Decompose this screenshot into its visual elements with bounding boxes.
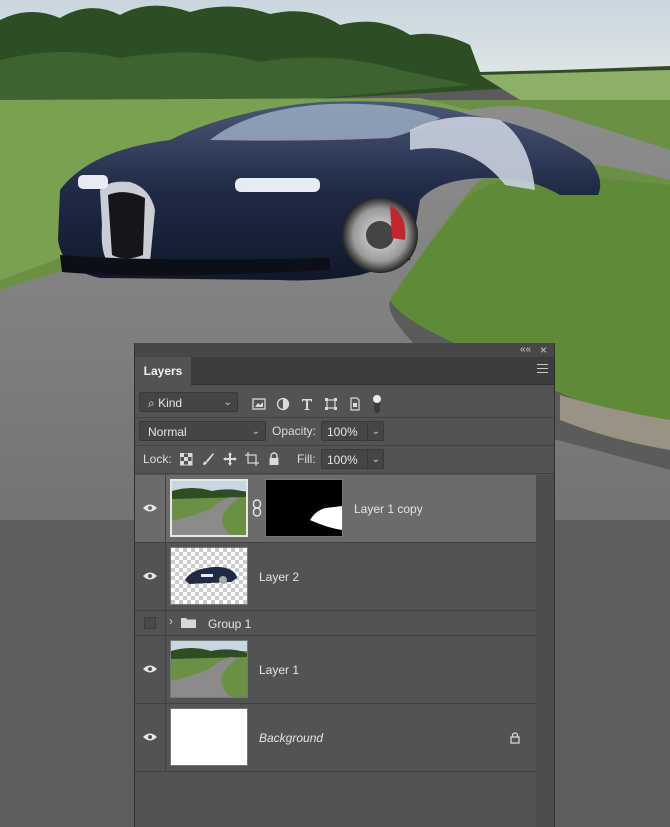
- chevron-down-icon[interactable]: ⌄: [366, 450, 380, 470]
- layer-name[interactable]: Layer 2: [259, 570, 299, 584]
- collapse-panel-icon[interactable]: ««: [520, 343, 531, 357]
- mask-shape: [310, 506, 342, 530]
- fill-label: Fill:: [297, 452, 316, 466]
- filter-toggle-icon[interactable]: [371, 393, 383, 415]
- chevron-down-icon[interactable]: ⌄: [366, 422, 380, 442]
- layers-panel: «« × Layers ⌕ Kind ⌄ Normal ⌄ Opacity: 1…: [134, 343, 555, 827]
- filter-type-layers-icon[interactable]: [300, 397, 314, 411]
- opacity-value: 100%: [327, 425, 358, 439]
- filter-pixel-layers-icon[interactable]: [252, 397, 266, 411]
- chevron-right-icon[interactable]: ›: [169, 614, 173, 628]
- filter-shape-layers-icon[interactable]: [324, 397, 338, 411]
- blend-mode-value: Normal: [148, 425, 187, 439]
- layer-name[interactable]: Layer 1 copy: [354, 502, 423, 516]
- fill-value: 100%: [327, 453, 358, 467]
- eye-icon: [143, 504, 157, 512]
- layer-row-background[interactable]: Background: [135, 704, 536, 772]
- visibility-toggle[interactable]: [135, 636, 166, 703]
- filter-adjustment-layers-icon[interactable]: [276, 397, 290, 411]
- folder-icon: [181, 618, 196, 628]
- hidden-visibility-box: [144, 617, 156, 629]
- layer-name[interactable]: Background: [259, 731, 323, 745]
- car-thumbnail-image: [185, 566, 237, 584]
- layer-row-layer-1[interactable]: Layer 1: [135, 636, 536, 704]
- panel-title-bar[interactable]: «« ×: [135, 343, 554, 357]
- layer-thumbnail[interactable]: [170, 708, 248, 766]
- lock-image-pixels-icon[interactable]: [201, 452, 215, 466]
- visibility-toggle[interactable]: [135, 611, 166, 635]
- lock-label: Lock:: [143, 452, 172, 466]
- eye-icon: [143, 665, 157, 673]
- panel-menu-icon[interactable]: [537, 364, 548, 375]
- road-thumbnail-image: [172, 481, 246, 535]
- filter-kind-label: Kind: [158, 396, 183, 410]
- lock-row: Lock: Fill: 100% ⌄: [135, 445, 554, 474]
- layer-thumbnail[interactable]: [170, 479, 248, 537]
- visibility-toggle[interactable]: [135, 543, 166, 610]
- visibility-toggle[interactable]: [135, 704, 166, 771]
- lock-transparent-pixels-icon[interactable]: [180, 453, 194, 467]
- lock-artboard-icon[interactable]: [245, 452, 259, 466]
- layer-mask-thumbnail[interactable]: [265, 479, 343, 537]
- chevron-down-icon: ⌄: [251, 426, 260, 437]
- eye-icon: [143, 572, 157, 580]
- chevron-down-icon: ⌄: [223, 397, 232, 408]
- layer-row-layer-1-copy[interactable]: Layer 1 copy: [135, 475, 536, 543]
- opacity-label: Opacity:: [272, 424, 317, 438]
- panel-tab-bar: Layers: [135, 357, 554, 385]
- layer-row-group-1[interactable]: › Group 1: [135, 611, 536, 636]
- visibility-toggle[interactable]: [135, 475, 166, 542]
- close-panel-icon[interactable]: ×: [540, 343, 547, 357]
- opacity-field[interactable]: 100% ⌄: [321, 421, 384, 442]
- fill-field[interactable]: 100% ⌄: [321, 449, 384, 470]
- search-icon: ⌕: [148, 396, 155, 410]
- eye-icon: [143, 733, 157, 741]
- lock-position-icon[interactable]: [223, 452, 237, 466]
- blend-row: Normal ⌄ Opacity: 100% ⌄: [135, 417, 554, 446]
- blend-mode-dropdown[interactable]: Normal ⌄: [139, 421, 266, 441]
- filter-smart-objects-icon[interactable]: [348, 397, 362, 411]
- filter-kind-dropdown[interactable]: ⌕ Kind ⌄: [139, 392, 238, 412]
- layer-thumbnail[interactable]: [170, 640, 248, 698]
- tab-layers[interactable]: Layers: [135, 357, 191, 385]
- filter-row: ⌕ Kind ⌄: [135, 389, 554, 418]
- layer-name[interactable]: Layer 1: [259, 663, 299, 677]
- layers-scrollbar[interactable]: [536, 475, 554, 827]
- chain-link-icon[interactable]: [252, 499, 262, 517]
- layer-thumbnail[interactable]: [170, 547, 248, 605]
- lock-all-icon[interactable]: [268, 452, 282, 466]
- layer-row-layer-2[interactable]: Layer 2: [135, 543, 536, 611]
- road-thumbnail-image: [171, 641, 247, 697]
- lock-icon: [510, 732, 520, 744]
- layer-name[interactable]: Group 1: [208, 617, 251, 631]
